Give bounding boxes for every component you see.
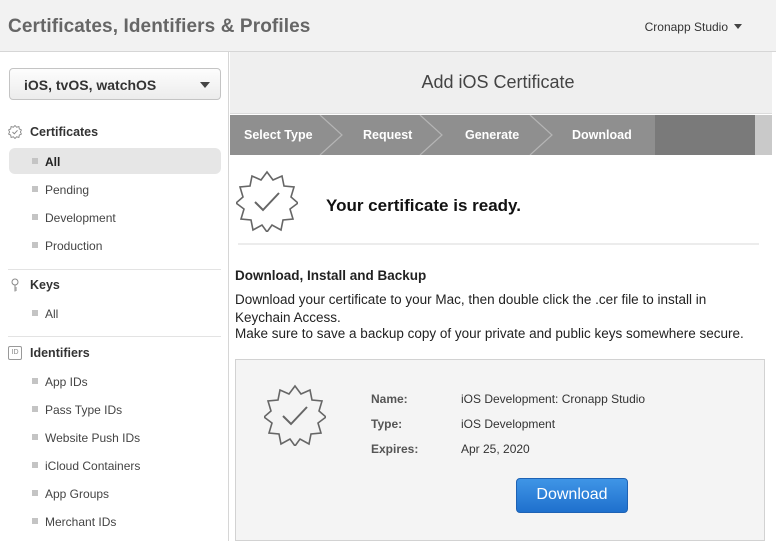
- bullet-icon: [32, 462, 38, 468]
- sidebar-item-certificates-all[interactable]: All: [9, 148, 221, 174]
- page-title: Certificates, Identifiers & Profiles: [8, 16, 311, 37]
- bullet-icon: [32, 242, 38, 248]
- sidebar-item-icloud-containers[interactable]: iCloud Containers: [9, 452, 221, 478]
- bullet-icon: [32, 378, 38, 384]
- step-download: Download: [572, 128, 632, 142]
- main-title: Add iOS Certificate: [421, 72, 575, 92]
- sidebar-item-label: iCloud Containers: [45, 459, 141, 473]
- certificate-badge-icon: [234, 170, 300, 237]
- sidebar-item-label: Pending: [45, 183, 90, 197]
- sidebar-item-website-push-ids[interactable]: Website Push IDs: [9, 424, 221, 450]
- sidebar-item-pending[interactable]: Pending: [9, 176, 221, 202]
- step-request: Request: [363, 128, 413, 142]
- section-identifiers-title: Identifiers: [30, 346, 90, 360]
- ready-message: Your certificate is ready.: [326, 196, 521, 215]
- bullet-icon: [32, 186, 38, 192]
- bullet-icon: [32, 490, 38, 496]
- sidebar-item-label: App IDs: [45, 375, 88, 389]
- divider: [238, 243, 759, 245]
- section-certificates-title: Certificates: [30, 125, 99, 139]
- name-label: Name:: [371, 392, 408, 406]
- chevron-down-icon[interactable]: [734, 24, 742, 29]
- sidebar-item-merchant-ids[interactable]: Merchant IDs: [9, 508, 221, 534]
- step-generate: Generate: [465, 128, 520, 142]
- sidebar-item-pass-type-ids[interactable]: Pass Type IDs: [9, 396, 221, 422]
- main-header: Add iOS Certificate: [230, 52, 772, 114]
- section-title: Download, Install and Backup: [235, 268, 427, 283]
- bullet-icon: [32, 406, 38, 412]
- section-keys-title: Keys: [30, 278, 60, 292]
- sidebar-item-development[interactable]: Development: [9, 204, 221, 230]
- sidebar-item-label: Development: [45, 211, 116, 225]
- platform-select-value: iOS, tvOS, watchOS: [24, 77, 157, 93]
- step-select-type: Select Type: [244, 128, 313, 142]
- sidebar-item-app-groups[interactable]: App Groups: [9, 480, 221, 506]
- bullet-icon: [32, 434, 38, 440]
- instructions-text: Download your certificate to your Mac, t…: [235, 292, 707, 325]
- type-value: iOS Development: [461, 417, 556, 431]
- sidebar-item-label: All: [45, 307, 59, 321]
- sidebar-item-label: Website Push IDs: [45, 431, 141, 445]
- backup-note: Make sure to save a backup copy of your …: [235, 326, 744, 341]
- id-badge-icon: ID: [8, 346, 22, 360]
- sidebar-item-app-ids[interactable]: App IDs: [9, 368, 221, 394]
- sidebar-item-label: Production: [45, 239, 103, 253]
- key-icon: [8, 278, 22, 292]
- certificate-badge-icon: [8, 124, 22, 140]
- bullet-icon: [32, 518, 38, 524]
- sidebar-item-keys-all[interactable]: All: [9, 300, 221, 326]
- platform-select[interactable]: iOS, tvOS, watchOS: [9, 68, 221, 100]
- type-label: Type:: [371, 417, 403, 431]
- section-certificates: Certificates: [8, 124, 99, 140]
- sidebar-item-label: Pass Type IDs: [45, 403, 123, 417]
- sidebar-item-label: App Groups: [45, 487, 110, 501]
- bullet-icon: [32, 310, 38, 316]
- bullet-icon: [32, 214, 38, 220]
- certificate-details-panel: Name: iOS Development: Cronapp Studio Ty…: [235, 359, 765, 541]
- sidebar-item-label: Merchant IDs: [45, 515, 117, 529]
- expires-label: Expires:: [371, 442, 419, 456]
- section-identifiers: ID Identifiers: [8, 346, 90, 360]
- top-header: Certificates, Identifiers & Profiles Cro…: [0, 0, 776, 52]
- expires-value: Apr 25, 2020: [461, 442, 530, 456]
- account-menu[interactable]: Cronapp Studio: [645, 20, 728, 34]
- sidebar-item-label: All: [45, 155, 61, 169]
- name-value: iOS Development: Cronapp Studio: [461, 392, 646, 406]
- divider: [8, 269, 221, 270]
- chevron-down-icon: [200, 82, 210, 88]
- divider: [8, 336, 221, 337]
- step-indicator: Select Type Request Generate Download: [230, 115, 772, 155]
- bullet-icon: [32, 158, 38, 164]
- sidebar: iOS, tvOS, watchOS Certificates All Pend…: [0, 52, 229, 541]
- section-keys: Keys: [8, 278, 60, 292]
- sidebar-item-production[interactable]: Production: [9, 232, 221, 258]
- download-button[interactable]: Download: [516, 478, 628, 513]
- account-name: Cronapp Studio: [644, 20, 728, 34]
- certificate-badge-icon: [262, 384, 328, 451]
